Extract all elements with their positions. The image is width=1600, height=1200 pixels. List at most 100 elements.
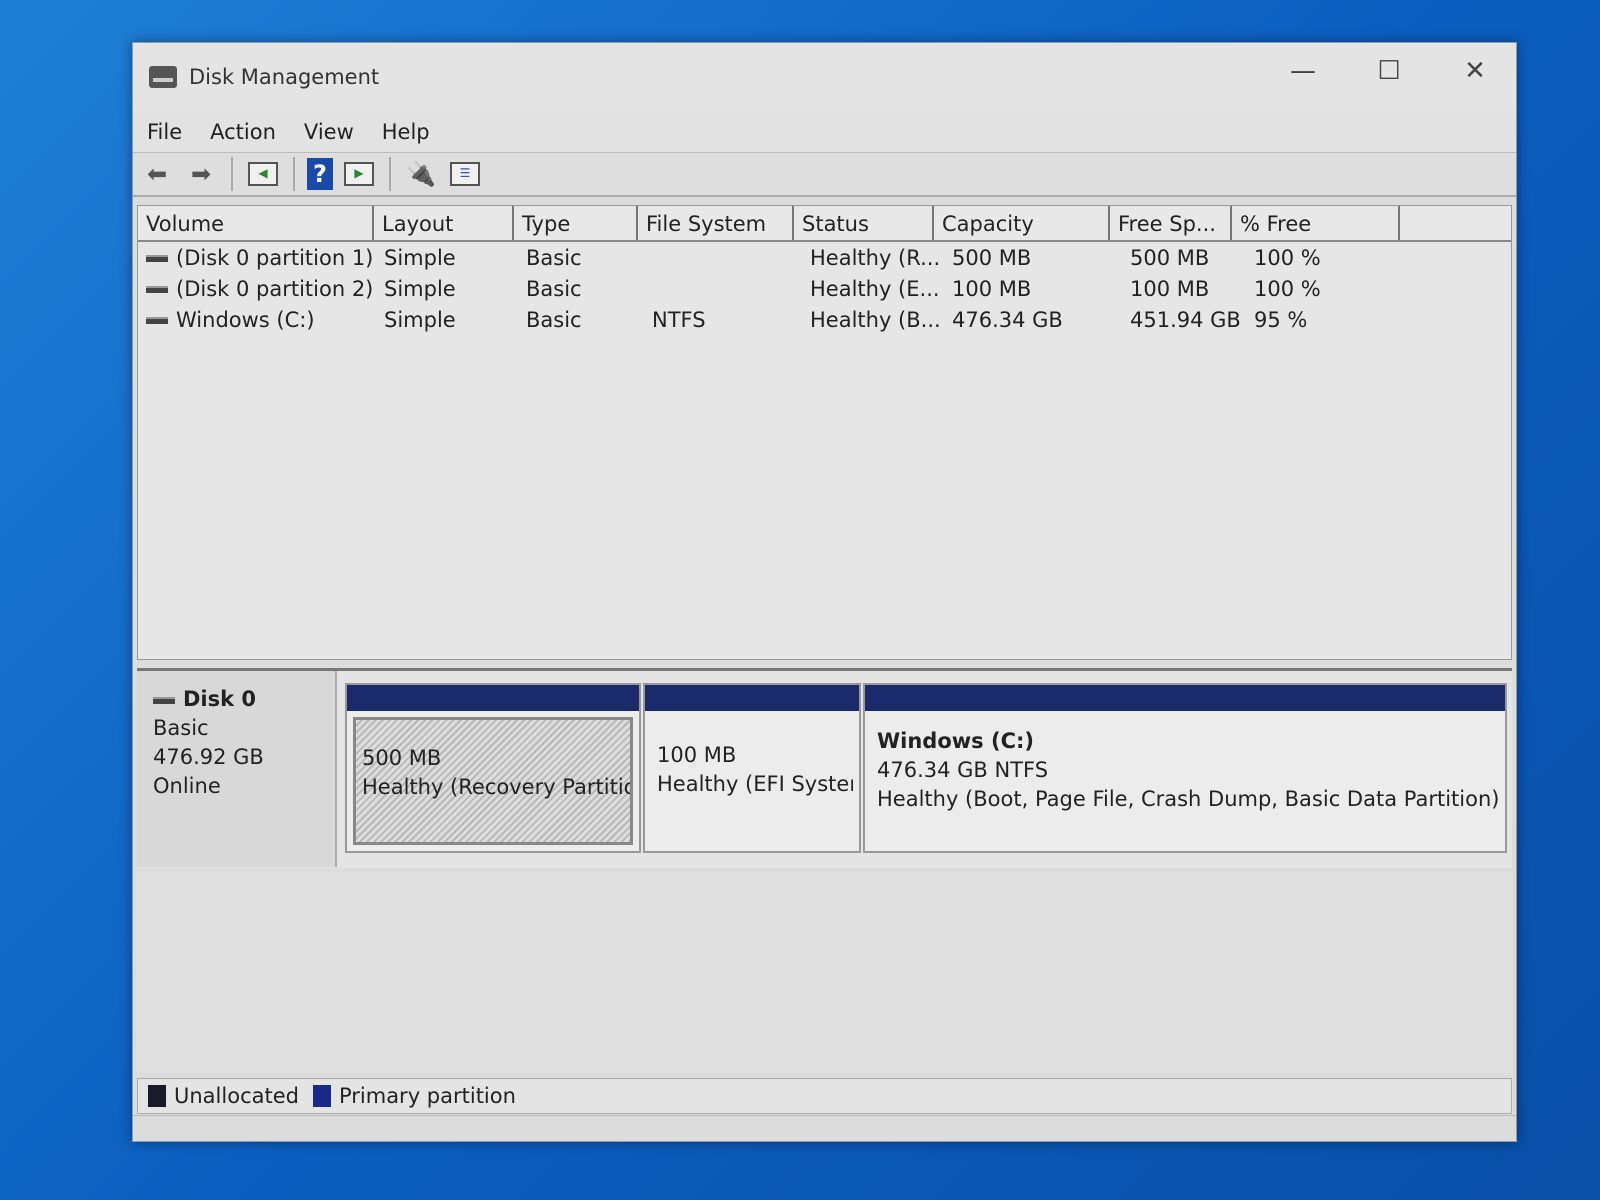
volume-list-header: Volume Layout Type File System Status Ca… <box>138 206 1511 242</box>
table-row[interactable]: (Disk 0 partition 2) Simple Basic Healthy (… <box>138 273 1511 304</box>
toolbar-separator <box>231 157 233 191</box>
cell-text: Basic <box>526 276 582 301</box>
column-layout[interactable]: Layout <box>374 206 514 240</box>
partition-body: 500 MB Healthy (Recovery Partition) <box>353 717 633 845</box>
toolbar: ⬅ ➡ ◀ ? ▶ 🔌 ☰ <box>133 153 1516 197</box>
disk-map: Disk 0 Basic 476.92 GB Online 500 MB Hea… <box>137 668 1512 868</box>
cell-text: 476.34 GB <box>952 307 1063 332</box>
menu-view[interactable]: View <box>290 120 368 144</box>
volume-icon <box>146 286 168 293</box>
cell-text: NTFS <box>652 307 706 332</box>
cell-text: 500 MB <box>952 245 1032 270</box>
partition-size: 500 MB <box>362 746 442 770</box>
menu-bar: File Action View Help <box>133 111 1516 153</box>
show-hide-action-pane-icon[interactable]: ▶ <box>341 158 377 190</box>
cell-status: Healthy (R... <box>802 246 944 270</box>
back-arrow-icon[interactable]: ⬅ <box>139 158 175 190</box>
table-row[interactable]: Windows (C:) Simple Basic NTFS Healthy (B...… <box>138 304 1511 335</box>
column-capacity[interactable]: Capacity <box>934 206 1110 240</box>
connect-disk-icon[interactable]: 🔌 <box>403 158 439 190</box>
disk-state: Online <box>153 774 221 798</box>
partition-recovery[interactable]: 500 MB Healthy (Recovery Partition) <box>345 683 641 853</box>
cell-text: 500 MB <box>1130 245 1210 270</box>
cell-text: 95 % <box>1254 307 1308 332</box>
partition-status: Healthy (Recovery Partition) <box>362 775 633 799</box>
partition-windows-c[interactable]: Windows (C:) 476.34 GB NTFS Healthy (Boo… <box>863 683 1507 853</box>
primary-partition-bar <box>347 685 639 711</box>
column-free-space[interactable]: Free Sp... <box>1110 206 1232 240</box>
primary-swatch <box>312 1085 331 1107</box>
column-percent-free[interactable]: % Free <box>1232 206 1400 240</box>
unallocated-swatch <box>148 1085 166 1107</box>
legend-primary: Primary partition <box>338 1084 516 1108</box>
primary-partition-bar <box>645 685 859 711</box>
column-status[interactable]: Status <box>794 206 934 240</box>
cell-text: 451.94 GB <box>1130 307 1241 332</box>
menu-help[interactable]: Help <box>368 120 444 144</box>
cell-text: Simple <box>384 276 456 301</box>
disk-map-empty-area <box>137 873 1512 1073</box>
partition-status: Healthy (EFI System <box>657 772 853 796</box>
cell-text: 100 % <box>1254 276 1321 301</box>
menu-action[interactable]: Action <box>196 120 290 144</box>
cell-text: 100 MB <box>1130 276 1210 301</box>
cell-text: Windows (C:) <box>176 307 315 332</box>
partition-body: Windows (C:) 476.34 GB NTFS Healthy (Boo… <box>871 717 1499 845</box>
help-icon[interactable]: ? <box>307 158 333 190</box>
minimize-button[interactable]: — <box>1273 51 1333 91</box>
cell-text: (Disk 0 partition 1) <box>176 245 374 270</box>
disk-name: Disk 0 <box>183 687 257 711</box>
column-volume[interactable]: Volume <box>138 206 374 240</box>
cell-volume: Windows (C:) <box>138 308 376 332</box>
disk-icon <box>153 696 175 704</box>
properties-icon[interactable]: ☰ <box>447 158 483 190</box>
cell-type: Basic <box>518 277 644 301</box>
volume-list: Volume Layout Type File System Status Ca… <box>137 205 1512 660</box>
toolbar-separator <box>389 157 391 191</box>
cell-volume: (Disk 0 partition 2) <box>138 277 376 301</box>
partition-name: Windows (C:) <box>877 729 1034 753</box>
cell-layout: Simple <box>376 308 518 332</box>
toolbar-separator <box>293 157 295 191</box>
menu-file[interactable]: File <box>133 120 196 144</box>
cell-text: Simple <box>384 245 456 270</box>
cell-text: 100 MB <box>952 276 1032 301</box>
cell-capacity: 476.34 GB <box>944 308 1122 332</box>
volume-icon <box>146 255 168 262</box>
disk-0-info[interactable]: Disk 0 Basic 476.92 GB Online <box>137 671 337 867</box>
show-hide-console-tree-icon[interactable]: ◀ <box>245 158 281 190</box>
cell-status: Healthy (B... <box>802 308 944 332</box>
cell-fs: NTFS <box>644 308 802 332</box>
maximize-button[interactable]: ☐ <box>1359 51 1419 91</box>
disk-management-window: Disk Management — ☐ ✕ File Action View H… <box>132 42 1517 1142</box>
status-bar <box>133 1115 1516 1141</box>
disk-type: Basic <box>153 716 209 740</box>
close-button[interactable]: ✕ <box>1445 51 1505 91</box>
legend-unallocated: Unallocated <box>174 1084 299 1108</box>
partition-status: Healthy (Boot, Page File, Crash Dump, Ba… <box>877 787 1499 811</box>
cell-pct: 95 % <box>1246 308 1416 332</box>
cell-volume: (Disk 0 partition 1) <box>138 246 376 270</box>
primary-partition-bar <box>865 685 1505 711</box>
cell-free: 500 MB <box>1122 246 1246 270</box>
title-bar[interactable]: Disk Management — ☐ ✕ <box>133 43 1516 111</box>
cell-free: 451.94 GB <box>1122 308 1246 332</box>
cell-layout: Simple <box>376 246 518 270</box>
cell-layout: Simple <box>376 277 518 301</box>
cell-text: Basic <box>526 307 582 332</box>
column-type[interactable]: Type <box>514 206 638 240</box>
cell-type: Basic <box>518 246 644 270</box>
disk-management-icon <box>149 66 177 88</box>
cell-capacity: 500 MB <box>944 246 1122 270</box>
cell-text: Healthy (E... <box>810 276 940 301</box>
cell-text: (Disk 0 partition 2) <box>176 276 374 301</box>
disk-size: 476.92 GB <box>153 745 264 769</box>
table-row[interactable]: (Disk 0 partition 1) Simple Basic Healthy (… <box>138 242 1511 273</box>
cell-text: 100 % <box>1254 245 1321 270</box>
partition-efi[interactable]: 100 MB Healthy (EFI System <box>643 683 861 853</box>
partition-size: 100 MB <box>657 743 737 767</box>
cell-status: Healthy (E... <box>802 277 944 301</box>
column-file-system[interactable]: File System <box>638 206 794 240</box>
cell-text: Basic <box>526 245 582 270</box>
forward-arrow-icon[interactable]: ➡ <box>183 158 219 190</box>
